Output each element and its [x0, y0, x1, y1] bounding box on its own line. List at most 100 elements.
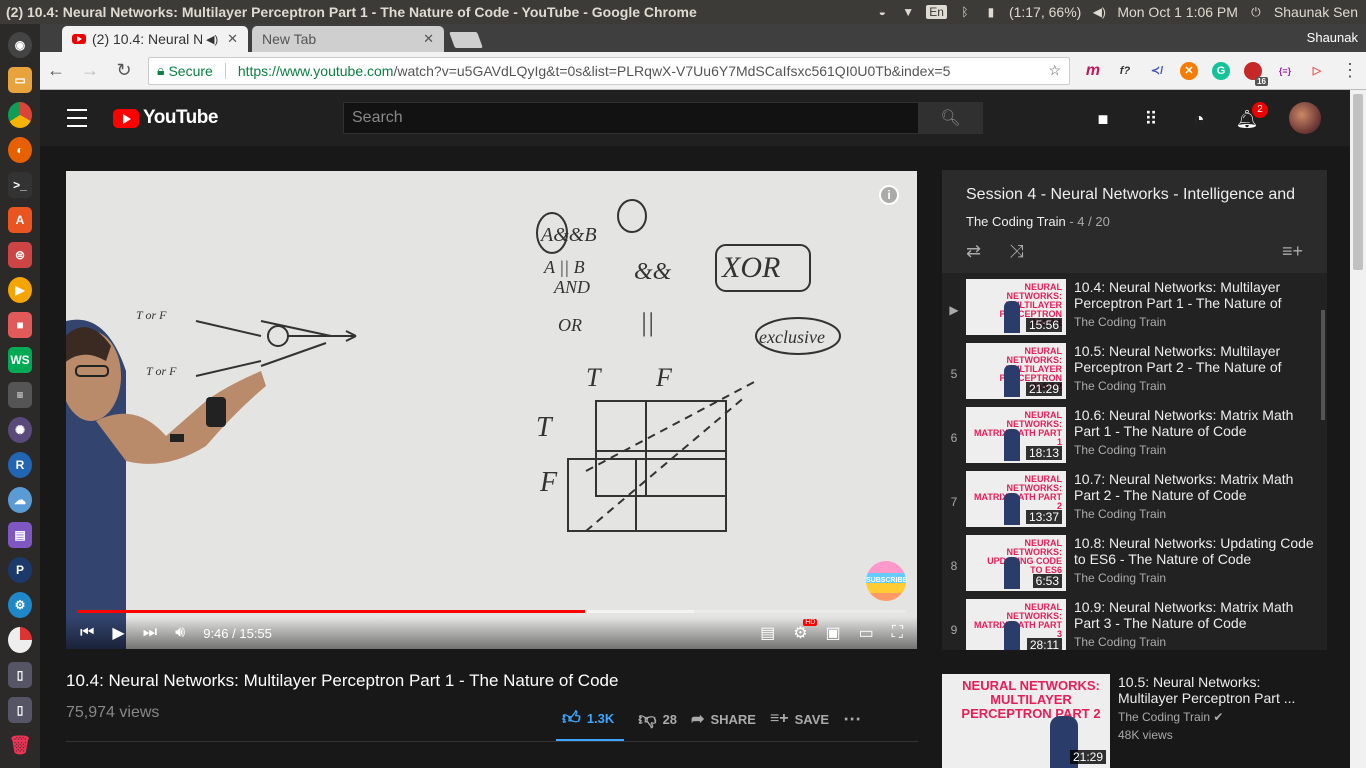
youtube-logo[interactable]: YouTube: [113, 107, 218, 129]
playlist-item-thumbnail[interactable]: NEURAL NETWORKS: MATRIX MATH PART 2 13:37: [966, 471, 1066, 527]
clock[interactable]: Mon Oct 1 1:06 PM: [1117, 4, 1238, 20]
save-button[interactable]: ≡+ SAVE: [770, 710, 829, 728]
play-icon[interactable]: ▶: [112, 623, 124, 643]
forward-icon[interactable]: →: [80, 60, 100, 81]
extension-vs-icon[interactable]: ≺/: [1148, 62, 1166, 80]
recommended-channel[interactable]: The Coding Train ✔: [1118, 710, 1308, 724]
settings-icon[interactable]: ⚙: [8, 592, 32, 618]
recommended-video[interactable]: NEURAL NETWORKS: MULTILAYER PERCEPTRON P…: [942, 674, 1332, 768]
hamburger-menu-icon[interactable]: [67, 109, 87, 127]
playlist-item[interactable]: 9 NEURAL NETWORKS: MATRIX MATH PART 3 28:1…: [942, 597, 1327, 650]
extension-grammarly-icon[interactable]: G: [1212, 61, 1230, 80]
back-icon[interactable]: ←: [46, 60, 66, 81]
toggle-app-icon[interactable]: ⊜: [8, 242, 32, 268]
battery-icon[interactable]: ▮: [983, 5, 999, 19]
next-icon[interactable]: ⏭︎: [143, 624, 157, 642]
playlist-item[interactable]: 8 NEURAL NETWORKS: UPDATING CODE TO ES6 6:…: [942, 533, 1327, 597]
share-button[interactable]: ➦ SHARE: [691, 709, 756, 729]
files-icon[interactable]: ▭: [8, 67, 32, 93]
tab-audio-icon[interactable]: ◀): [206, 33, 218, 46]
playlist-item-thumbnail[interactable]: NEURAL NETWORKS: MULTILAYER PERCEPTRON P…: [966, 343, 1066, 399]
extension-json-icon[interactable]: {≡}: [1276, 62, 1294, 80]
fullscreen-icon[interactable]: ⛶: [892, 624, 903, 642]
playlist-scrollbar[interactable]: [1321, 310, 1325, 420]
address-bar[interactable]: 🔒︎ Secure https://www.youtube.com/watch?…: [148, 56, 1070, 85]
volume-icon[interactable]: 🔊︎: [175, 624, 185, 642]
more-actions-icon[interactable]: ⋯: [843, 709, 861, 730]
search-button[interactable]: 🔍︎: [918, 102, 983, 134]
playlist-item-thumbnail[interactable]: NEURAL NETWORKS: MULTILAYER PERCEPTRON P…: [966, 279, 1066, 335]
shuffle-icon[interactable]: ⤨: [1009, 241, 1023, 262]
volume-icon[interactable]: ◀): [1091, 5, 1107, 19]
apps-grid-icon[interactable]: ⠿: [1140, 108, 1162, 130]
progress-bar[interactable]: [77, 610, 906, 613]
drive-icon[interactable]: ▯: [8, 662, 32, 688]
playlist-item-thumbnail[interactable]: NEURAL NETWORKS: MATRIX MATH PART 1 18:13: [966, 407, 1066, 463]
search-input[interactable]: Search: [343, 102, 919, 134]
info-icon[interactable]: i: [879, 185, 899, 205]
close-icon[interactable]: ✕: [423, 31, 434, 47]
reload-icon[interactable]: ↻: [114, 60, 134, 81]
weather-icon[interactable]: ☁: [8, 487, 32, 513]
extension-f-icon[interactable]: f?: [1116, 62, 1134, 80]
session-user[interactable]: Shaunak Sen: [1274, 4, 1358, 20]
battery-status[interactable]: (1:17, 66%): [1009, 4, 1081, 20]
disk-usage-icon[interactable]: [8, 627, 32, 653]
miniplayer-icon[interactable]: ▣: [826, 623, 841, 643]
video-player[interactable]: A&&B A || B AND OR && || XOR exclusive T…: [66, 171, 917, 649]
playlist-save-icon[interactable]: ≡+: [1282, 241, 1303, 262]
power-icon[interactable]: ⏻: [1248, 5, 1264, 19]
webstorm-icon[interactable]: WS: [8, 347, 32, 373]
software-center-icon[interactable]: A: [8, 207, 32, 233]
chrome-menu-icon[interactable]: ⋮: [1340, 60, 1360, 81]
account-avatar[interactable]: [1289, 102, 1321, 134]
recorder-icon[interactable]: ■: [8, 312, 32, 338]
bookmark-star-icon[interactable]: ☆: [1048, 62, 1061, 79]
profile-chip[interactable]: Shaunak: [1307, 30, 1358, 45]
wifi-icon[interactable]: ▼: [900, 5, 916, 19]
p-app-icon[interactable]: P: [8, 557, 32, 583]
messages-icon[interactable]: ◔: [1188, 108, 1210, 130]
secure-indicator[interactable]: 🔒︎ Secure: [157, 62, 213, 79]
scrollbar-thumb[interactable]: [1353, 94, 1363, 270]
firefox-icon[interactable]: ◐: [8, 137, 32, 163]
playlist-item[interactable]: ▶ NEURAL NETWORKS: MULTILAYER PERCEPTRON …: [942, 277, 1327, 341]
sync-icon[interactable]: ◒: [874, 5, 890, 19]
extension-orange-icon[interactable]: ✕: [1180, 61, 1198, 80]
playlist-item-thumbnail[interactable]: NEURAL NETWORKS: UPDATING CODE TO ES6 6:5…: [966, 535, 1066, 591]
ubuntu-home-icon[interactable]: ◉: [8, 32, 32, 58]
settings-gear-icon[interactable]: ⚙ HD: [793, 619, 818, 643]
recommended-thumbnail[interactable]: NEURAL NETWORKS: MULTILAYER PERCEPTRON P…: [942, 674, 1110, 768]
document-viewer-icon[interactable]: ▤: [8, 522, 32, 548]
dislike-button[interactable]: 👎︎ 28: [638, 708, 677, 730]
extension-m-icon[interactable]: m: [1084, 62, 1102, 80]
chrome-icon[interactable]: [8, 102, 32, 128]
playlist-item[interactable]: 6 NEURAL NETWORKS: MATRIX MATH PART 1 18:1…: [942, 405, 1327, 469]
playlist-item[interactable]: 7 NEURAL NETWORKS: MATRIX MATH PART 2 13:3…: [942, 469, 1327, 533]
keyboard-layout[interactable]: En: [926, 5, 947, 19]
extension-cast-icon[interactable]: ▷: [1308, 62, 1326, 80]
loop-icon[interactable]: ⇄: [966, 241, 981, 262]
subscribe-watermark[interactable]: SUBSCRIBE: [866, 561, 907, 601]
playlist-item-thumbnail[interactable]: NEURAL NETWORKS: MATRIX MATH PART 3 28:11: [966, 599, 1066, 650]
bluetooth-icon[interactable]: ᛒ: [957, 5, 973, 19]
playlist-item[interactable]: 5 NEURAL NETWORKS: MULTILAYER PERCEPTRON …: [942, 341, 1327, 405]
extension-adblock-icon[interactable]: 16: [1244, 61, 1268, 86]
database-icon[interactable]: ≡: [8, 382, 32, 408]
previous-icon[interactable]: ⏮︎: [80, 624, 94, 642]
terminal-icon[interactable]: >_: [8, 172, 32, 198]
playlist-channel[interactable]: The Coding Train: [966, 214, 1066, 229]
page-scrollbar[interactable]: [1350, 90, 1366, 768]
trash-icon[interactable]: 🗑: [8, 732, 32, 758]
recommended-title[interactable]: 10.5: Neural Networks: Multilayer Percep…: [1118, 674, 1308, 706]
media-player-icon[interactable]: ▶: [8, 277, 32, 303]
upload-video-icon[interactable]: ■: [1092, 108, 1114, 130]
drive-2-icon[interactable]: ▯: [8, 697, 32, 723]
like-button[interactable]: 👍︎ 1.3K: [556, 697, 625, 741]
captions-icon[interactable]: ▤: [760, 623, 775, 643]
atom-icon[interactable]: ✺: [8, 417, 32, 443]
playlist-title[interactable]: Session 4 - Neural Networks - Intelligen…: [966, 186, 1303, 204]
new-tab-button[interactable]: [449, 32, 483, 48]
tab-new-tab[interactable]: New Tab ✕: [252, 26, 444, 52]
tab-youtube[interactable]: (2) 10.4: Neural N ◀) ✕: [62, 26, 248, 52]
